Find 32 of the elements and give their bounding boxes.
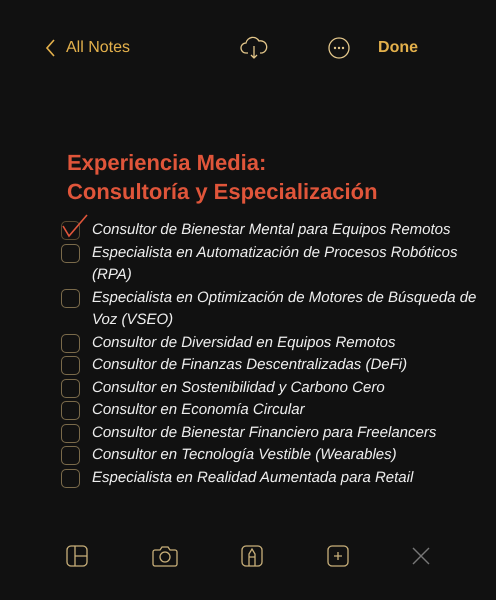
back-button[interactable]: All Notes (46, 39, 130, 57)
checklist-item: Consultor de Bienestar Mental para Equipos Remotos (92, 220, 452, 240)
checklist-item: Consultor en Tecnología Vestible (Wearables) (92, 445, 398, 465)
checkbox[interactable] (61, 244, 80, 262)
done-button[interactable]: Done (378, 39, 418, 57)
add-icon[interactable] (326, 545, 348, 567)
cloud-download-icon[interactable] (240, 36, 268, 60)
close-icon[interactable] (412, 547, 430, 565)
checkbox[interactable] (61, 356, 80, 375)
checklist-item: Consultor en Sostenibilidad y Carbono Cero (92, 378, 386, 398)
checklist-item: Consultor en Economía Circular (92, 400, 306, 420)
checkbox[interactable] (61, 221, 80, 240)
checkbox[interactable] (61, 288, 80, 308)
back-icon (46, 39, 56, 57)
checklist-item: Consultor de Bienestar Financiero para Freelancers (92, 422, 438, 442)
checklist-item: Especialista en Automatización de Procesos Robóticos (RPA) (92, 242, 458, 285)
pen-icon[interactable] (241, 545, 263, 567)
checklist-item: Consultor de Diversidad en Equipos Remotos (92, 332, 396, 352)
checklist-item: Consultor de Finanzas Descentralizadas (DeFi) (92, 355, 408, 375)
camera-icon[interactable] (152, 545, 178, 567)
checkbox[interactable] (61, 401, 80, 420)
note-title: Experiencia Media: Consultoría y Especialización (67, 149, 379, 206)
more-icon[interactable] (328, 37, 350, 59)
checklist-item: Especialista en Optimización de Motores de Búsqueda de Voz (VSEO) (92, 288, 478, 330)
checkmark-icon (62, 214, 88, 238)
checkbox[interactable] (61, 334, 80, 352)
checklist-item: Especialista en Realidad Aumentada para Retail (92, 468, 415, 488)
checkbox[interactable] (61, 446, 80, 465)
checkbox[interactable] (61, 424, 80, 442)
checkbox[interactable] (61, 468, 80, 488)
checkbox[interactable] (61, 378, 80, 398)
table-icon[interactable] (66, 545, 88, 567)
